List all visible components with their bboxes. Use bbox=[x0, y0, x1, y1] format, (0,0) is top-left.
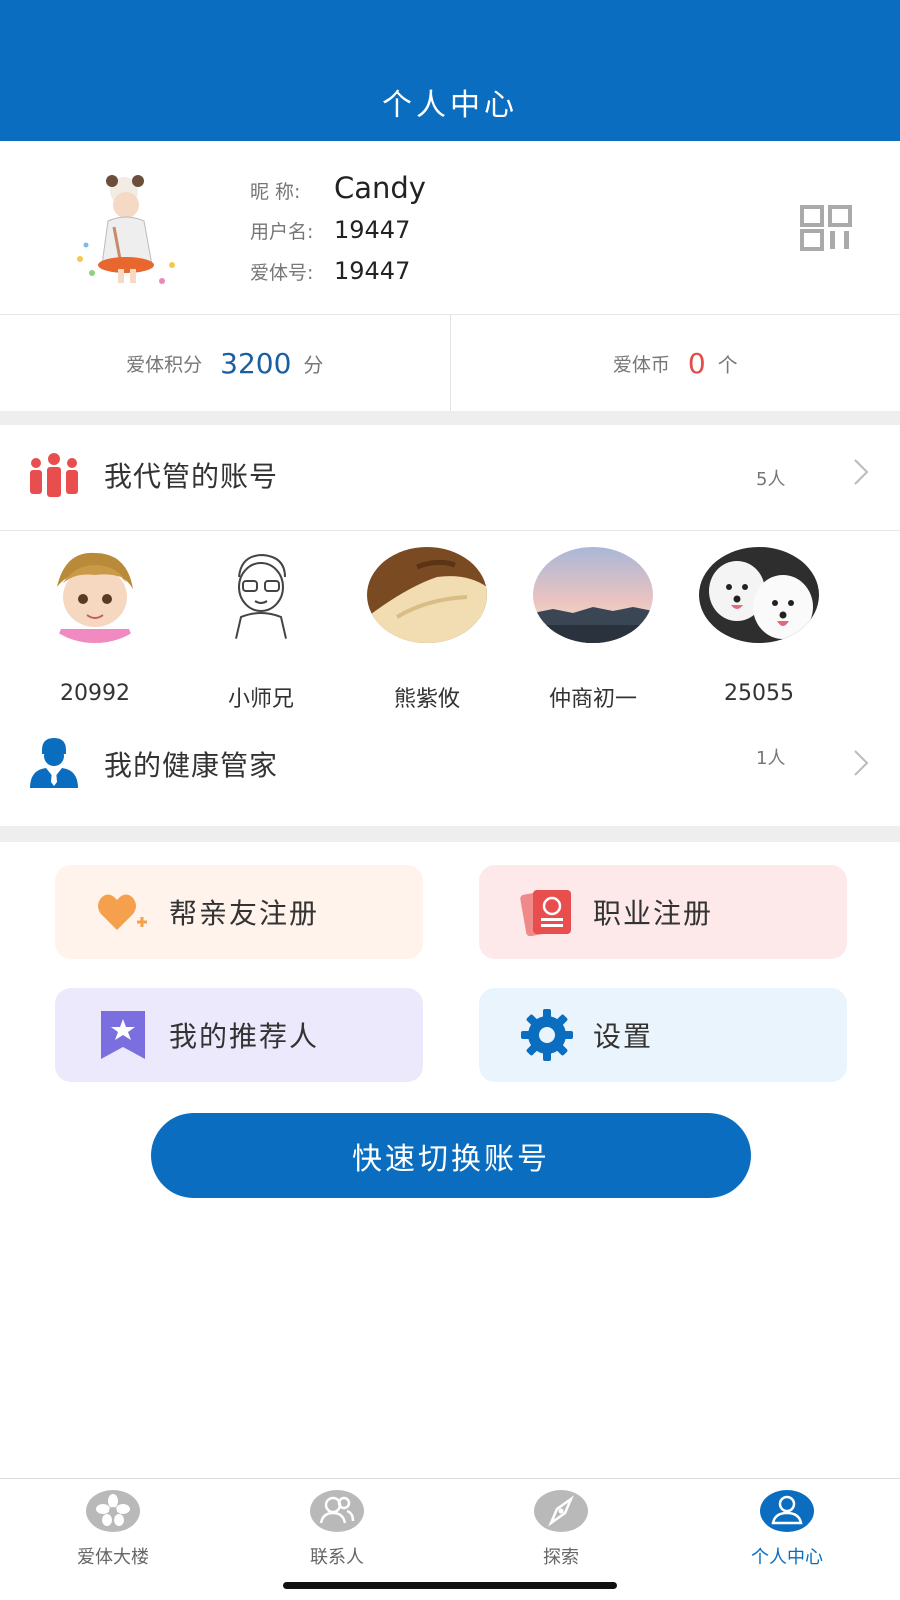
heart-plus-icon bbox=[98, 894, 147, 930]
managed-accounts-count: 5人 bbox=[756, 469, 786, 490]
aiti-id-value: 19447 bbox=[334, 257, 411, 285]
manager-icon bbox=[30, 738, 78, 788]
section-gap bbox=[0, 411, 900, 425]
account-avatar bbox=[367, 547, 487, 643]
chevron-right-icon bbox=[854, 459, 869, 485]
username-value: 19447 bbox=[334, 216, 411, 244]
group-icon bbox=[30, 453, 78, 497]
nickname-value: Candy bbox=[334, 171, 426, 205]
managed-accounts-title: 我代管的账号 bbox=[104, 460, 279, 493]
register-friend-button[interactable]: 帮亲友注册 bbox=[55, 865, 423, 959]
points-unit: 分 bbox=[303, 352, 324, 377]
tab-label: 探索 bbox=[543, 1547, 579, 1568]
managed-account-item[interactable]: 仲商初一 bbox=[528, 547, 658, 713]
bookmark-star-icon bbox=[101, 1011, 145, 1059]
home-indicator bbox=[283, 1582, 617, 1589]
tab-aiti-building[interactable]: 爱体大楼 bbox=[48, 1489, 178, 1569]
my-referrer-label: 我的推荐人 bbox=[169, 1020, 320, 1053]
coins-stat[interactable]: 爱体币 0 个 bbox=[449, 315, 900, 411]
profile-card[interactable]: 昵 称: Candy 用户名: 19447 爱体号: 19447 bbox=[0, 141, 900, 315]
settings-label: 设置 bbox=[593, 1020, 654, 1053]
qr-code-icon[interactable] bbox=[800, 205, 856, 251]
account-name: 仲商初一 bbox=[548, 687, 637, 712]
health-manager-count: 1人 bbox=[756, 748, 786, 769]
my-referrer-button[interactable]: 我的推荐人 bbox=[55, 988, 423, 1082]
account-name: 小师兄 bbox=[227, 687, 294, 712]
aiti-id-row: 爱体号: 19447 bbox=[250, 257, 410, 285]
career-register-label: 职业注册 bbox=[593, 897, 714, 930]
managed-accounts-list: 20992 小师兄 熊紫攸 仲商初一 25055 bbox=[0, 533, 900, 729]
managed-account-item[interactable]: 小师兄 bbox=[196, 547, 326, 713]
account-avatar bbox=[699, 547, 819, 643]
gear-icon bbox=[521, 1009, 573, 1061]
credential-book-icon bbox=[520, 889, 571, 937]
coins-unit: 个 bbox=[717, 352, 738, 377]
account-name: 熊紫攸 bbox=[393, 687, 460, 712]
account-name: 20992 bbox=[60, 681, 130, 706]
top-nav-bar: 个人中心 bbox=[0, 0, 900, 141]
managed-account-item[interactable]: 熊紫攸 bbox=[362, 547, 492, 713]
tab-explore[interactable]: 探索 bbox=[496, 1489, 626, 1569]
nickname-label: 昵 称: bbox=[250, 181, 301, 203]
account-avatar bbox=[533, 547, 653, 643]
managed-account-item[interactable]: 20992 bbox=[30, 547, 160, 706]
managed-account-item[interactable]: 25055 bbox=[694, 547, 824, 706]
compass-icon bbox=[534, 1490, 588, 1532]
username-row: 用户名: 19447 bbox=[250, 216, 410, 244]
user-icon bbox=[760, 1490, 814, 1532]
aiti-id-label: 爱体号: bbox=[250, 262, 314, 284]
health-manager-title: 我的健康管家 bbox=[104, 749, 279, 782]
coins-value: 0 bbox=[687, 346, 706, 380]
divider bbox=[0, 530, 900, 531]
flower-icon bbox=[86, 1490, 140, 1532]
settings-button[interactable]: 设置 bbox=[479, 988, 847, 1082]
nickname-row: 昵 称: Candy bbox=[250, 171, 426, 205]
tab-label: 爱体大楼 bbox=[77, 1547, 149, 1568]
account-name: 25055 bbox=[724, 681, 794, 706]
switch-account-button[interactable]: 快速切换账号 bbox=[151, 1113, 751, 1198]
register-friend-label: 帮亲友注册 bbox=[169, 897, 320, 930]
tab-label: 联系人 bbox=[310, 1547, 364, 1568]
points-value: 3200 bbox=[220, 346, 292, 380]
career-register-button[interactable]: 职业注册 bbox=[479, 865, 847, 959]
coins-label: 爱体币 bbox=[612, 353, 670, 376]
contacts-icon bbox=[310, 1490, 364, 1532]
account-avatar bbox=[35, 547, 155, 643]
managed-accounts-row[interactable]: 我代管的账号 5人 bbox=[0, 425, 900, 529]
tab-label: 个人中心 bbox=[751, 1547, 823, 1568]
section-gap bbox=[0, 826, 900, 842]
tab-contacts[interactable]: 联系人 bbox=[272, 1489, 402, 1569]
points-stat[interactable]: 爱体积分 3200 分 bbox=[0, 315, 450, 411]
tab-personal-center[interactable]: 个人中心 bbox=[722, 1489, 852, 1569]
user-avatar[interactable] bbox=[62, 169, 192, 294]
page-title: 个人中心 bbox=[382, 88, 518, 123]
chevron-right-icon bbox=[854, 750, 869, 776]
username-label: 用户名: bbox=[250, 221, 314, 243]
points-label: 爱体积分 bbox=[126, 353, 203, 376]
stats-bar: 爱体积分 3200 分 爱体币 0 个 bbox=[0, 315, 900, 411]
health-manager-row[interactable]: 我的健康管家 1人 bbox=[0, 718, 900, 814]
account-avatar bbox=[201, 547, 321, 644]
